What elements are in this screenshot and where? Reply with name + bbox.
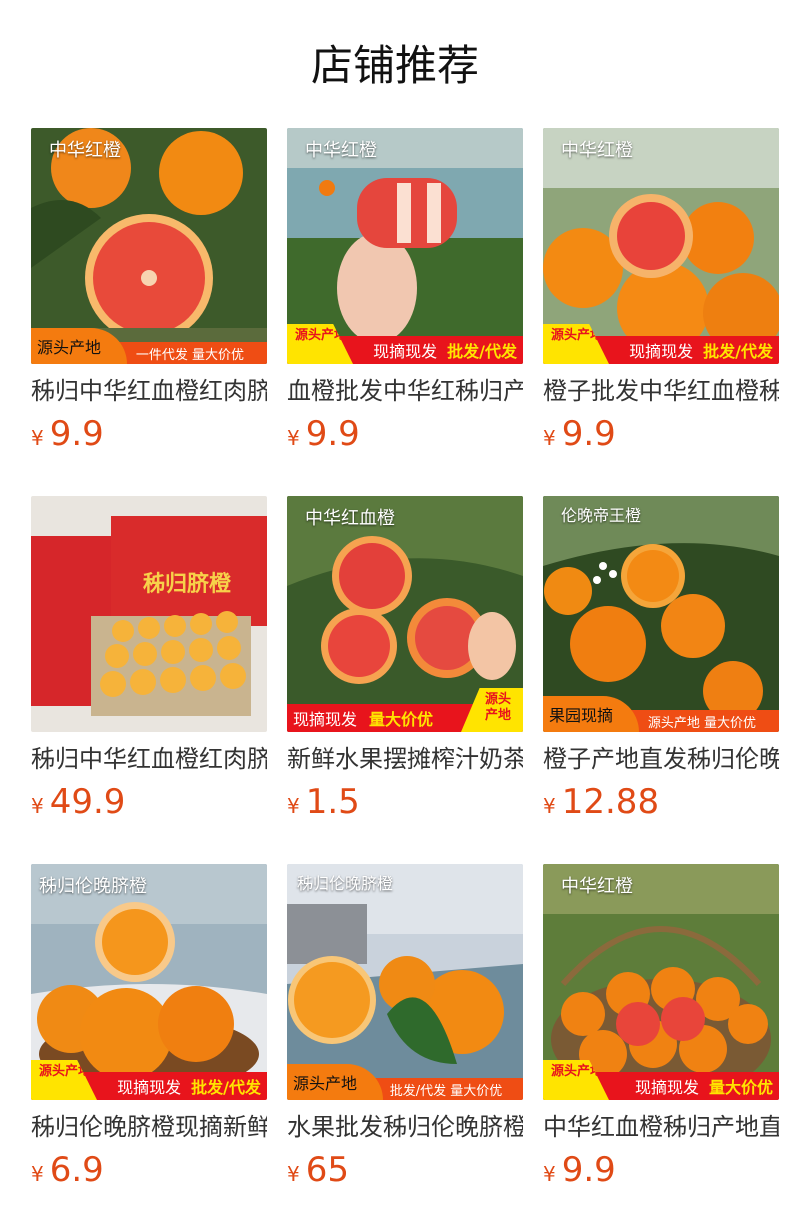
product-card[interactable]: 秭归伦晚脐橙 批发/代发 量大价优 源头产地 水果批发秭归伦晚脐橙整箱 ¥ 65 bbox=[287, 864, 523, 1232]
image-overlay-title: 中华红血橙 bbox=[305, 508, 395, 529]
product-card[interactable]: 中华红橙 现摘现发 批发/代发 源头产地 橙子批发中华红血橙秭归 ¥ 9.9 bbox=[543, 128, 779, 496]
image-overlay-title: 伦晚帝王橙 bbox=[561, 506, 642, 525]
currency-symbol: ¥ bbox=[543, 1162, 556, 1186]
price-value: 49.9 bbox=[49, 782, 126, 822]
promo-banner: 现摘现发 量大价优 源头产地 bbox=[287, 688, 523, 732]
product-card[interactable]: 中华红血橙 现摘现发 量大价优 源头产地 新鲜水果摆摊榨汁奶茶店 ¥ 1.5 bbox=[287, 496, 523, 864]
promo-banner: 批发/代发 量大价优 源头产地 bbox=[287, 1064, 523, 1100]
product-name[interactable]: 橙子批发中华红血橙秭归 bbox=[543, 376, 779, 406]
price-value: 65 bbox=[305, 1150, 349, 1190]
price-value: 6.9 bbox=[49, 1150, 104, 1190]
price-value: 9.9 bbox=[305, 414, 360, 454]
image-overlay-title: 中华红橙 bbox=[561, 876, 633, 897]
currency-symbol: ¥ bbox=[31, 1162, 44, 1186]
banner-text-highlight: 批发/代发 bbox=[703, 342, 773, 361]
price-value: 9.9 bbox=[561, 414, 616, 454]
image-overlay-title: 中华红橙 bbox=[305, 140, 377, 161]
price-value: 9.9 bbox=[561, 1150, 616, 1190]
product-name[interactable]: 秭归中华红血橙红肉脐橙 bbox=[31, 376, 267, 406]
price-value: 9.9 bbox=[49, 414, 104, 454]
image-overlay-title: 秭归伦晚脐橙 bbox=[297, 874, 394, 893]
currency-symbol: ¥ bbox=[287, 1162, 300, 1186]
banner-badge: 源头产地 bbox=[543, 1060, 609, 1100]
promo-banner: 一件代发 量大价优 源头产地 bbox=[31, 328, 267, 364]
product-name[interactable]: 中华红血橙秭归产地直发 bbox=[543, 1112, 779, 1142]
product-card[interactable]: 中华红橙 现摘现发 量大价优 源头产地 中华红血橙秭归产地直发 ¥ 9.9 bbox=[543, 864, 779, 1232]
product-name[interactable]: 秭归伦晚脐橙现摘新鲜水果 bbox=[31, 1112, 267, 1142]
banner-text-primary: 现摘现发 bbox=[629, 342, 694, 361]
currency-symbol: ¥ bbox=[31, 794, 44, 818]
product-image[interactable]: 伦晚帝王橙 源头产地 量大价优 果园现摘 bbox=[543, 496, 779, 732]
product-price: ¥ 9.9 bbox=[543, 414, 779, 454]
promo-banner: 现摘现发 批发/代发 源头产地 bbox=[31, 1060, 267, 1100]
image-overlay-title: 中华红橙 bbox=[49, 140, 121, 161]
promo-banner: 源头产地 量大价优 果园现摘 bbox=[543, 696, 779, 732]
banner-text-highlight: 批发/代发 bbox=[191, 1078, 261, 1097]
image-overlay-title: 秭归伦晚脐橙 bbox=[39, 876, 147, 897]
banner-text-highlight: 批发/代发 bbox=[447, 342, 517, 361]
product-image[interactable]: 中华红橙 现摘现发 批发/代发 源头产地 bbox=[287, 128, 523, 364]
product-image[interactable]: 中华红橙 现摘现发 批发/代发 源头产地 bbox=[543, 128, 779, 364]
promo-banner: 现摘现发 量大价优 源头产地 bbox=[543, 1060, 779, 1100]
currency-symbol: ¥ bbox=[287, 426, 300, 450]
product-card[interactable]: 中华红橙 现摘现发 批发/代发 源头产地 血橙批发中华红秭归产地 ¥ 9.9 bbox=[287, 128, 523, 496]
currency-symbol: ¥ bbox=[543, 426, 556, 450]
currency-symbol: ¥ bbox=[543, 794, 556, 818]
product-card[interactable]: 中华红橙 一件代发 量大价优 源头产地 秭归中华红血橙红肉脐橙 ¥ 9.9 bbox=[31, 128, 267, 496]
promo-banner: 现摘现发 批发/代发 源头产地 bbox=[543, 324, 779, 364]
product-name[interactable]: 秭归中华红血橙红肉脐橙 bbox=[31, 744, 267, 774]
store-recommendations-page: 店铺推荐 中华红橙 一件代发 量大价优 源头产地 秭归中华红血橙红肉脐 ¥ 9.… bbox=[0, 0, 790, 1232]
product-image[interactable]: 秭归伦晚脐橙 批发/代发 量大价优 源头产地 bbox=[287, 864, 523, 1100]
banner-text-primary: 现摘现发 bbox=[373, 342, 438, 361]
price-value: 12.88 bbox=[561, 782, 660, 822]
image-overlay-title: 中华红橙 bbox=[561, 140, 633, 161]
banner-text-primary: 现摘现发 bbox=[117, 1078, 182, 1097]
banner-strip: 一件代发 量大价优 bbox=[113, 342, 267, 364]
product-name[interactable]: 水果批发秭归伦晚脐橙整箱 bbox=[287, 1112, 523, 1142]
product-image[interactable]: 秭归伦晚脐橙 现摘现发 批发/代发 源头产地 bbox=[31, 864, 267, 1100]
currency-symbol: ¥ bbox=[287, 794, 300, 818]
product-price: ¥ 12.88 bbox=[543, 782, 779, 822]
product-price: ¥ 6.9 bbox=[31, 1150, 267, 1190]
promo-banner: 现摘现发 批发/代发 源头产地 bbox=[287, 324, 523, 364]
banner-strip: 源头产地 量大价优 bbox=[625, 710, 779, 732]
product-price: ¥ 9.9 bbox=[543, 1150, 779, 1190]
product-price: ¥ 9.9 bbox=[287, 414, 523, 454]
product-name[interactable]: 新鲜水果摆摊榨汁奶茶店 bbox=[287, 744, 523, 774]
banner-text-highlight: 量大价优 bbox=[369, 710, 434, 729]
product-grid: 中华红橙 一件代发 量大价优 源头产地 秭归中华红血橙红肉脐橙 ¥ 9.9 bbox=[31, 128, 779, 1232]
banner-text-primary: 现摘现发 bbox=[293, 710, 358, 729]
product-card[interactable]: 伦晚帝王橙 源头产地 量大价优 果园现摘 橙子产地直发秭归伦晚脐橙 ¥ 12.8… bbox=[543, 496, 779, 864]
product-card[interactable]: 秭归伦晚脐橙 现摘现发 批发/代发 源头产地 秭归伦晚脐橙现摘新鲜水果 ¥ 6.… bbox=[31, 864, 267, 1232]
banner-badge: 源头产地 bbox=[31, 1060, 97, 1100]
price-value: 1.5 bbox=[305, 782, 360, 822]
banner-strip: 批发/代发 量大价优 bbox=[369, 1078, 523, 1100]
banner-badge: 源头产地 bbox=[543, 324, 609, 364]
box-print-text: 秭归脐橙 bbox=[143, 571, 232, 597]
product-price: ¥ 9.9 bbox=[31, 414, 267, 454]
product-image[interactable]: 中华红橙 一件代发 量大价优 源头产地 bbox=[31, 128, 267, 364]
currency-symbol: ¥ bbox=[31, 426, 44, 450]
product-name[interactable]: 血橙批发中华红秭归产地 bbox=[287, 376, 523, 406]
page-title: 店铺推荐 bbox=[310, 41, 479, 90]
product-price: ¥ 65 bbox=[287, 1150, 523, 1190]
product-name[interactable]: 橙子产地直发秭归伦晚脐橙 bbox=[543, 744, 779, 774]
product-image[interactable]: 中华红橙 现摘现发 量大价优 源头产地 bbox=[543, 864, 779, 1100]
product-image[interactable]: 中华红血橙 现摘现发 量大价优 源头产地 bbox=[287, 496, 523, 732]
product-price: ¥ 1.5 bbox=[287, 782, 523, 822]
product-image[interactable]: 秭归脐橙 bbox=[31, 496, 267, 732]
banner-text-highlight: 量大价优 bbox=[708, 1078, 773, 1097]
product-price: ¥ 49.9 bbox=[31, 782, 267, 822]
banner-text-primary: 现摘现发 bbox=[634, 1078, 699, 1097]
product-card[interactable]: 秭归脐橙 秭归中华红血橙红肉脐橙 ¥ 49.9 bbox=[31, 496, 267, 864]
